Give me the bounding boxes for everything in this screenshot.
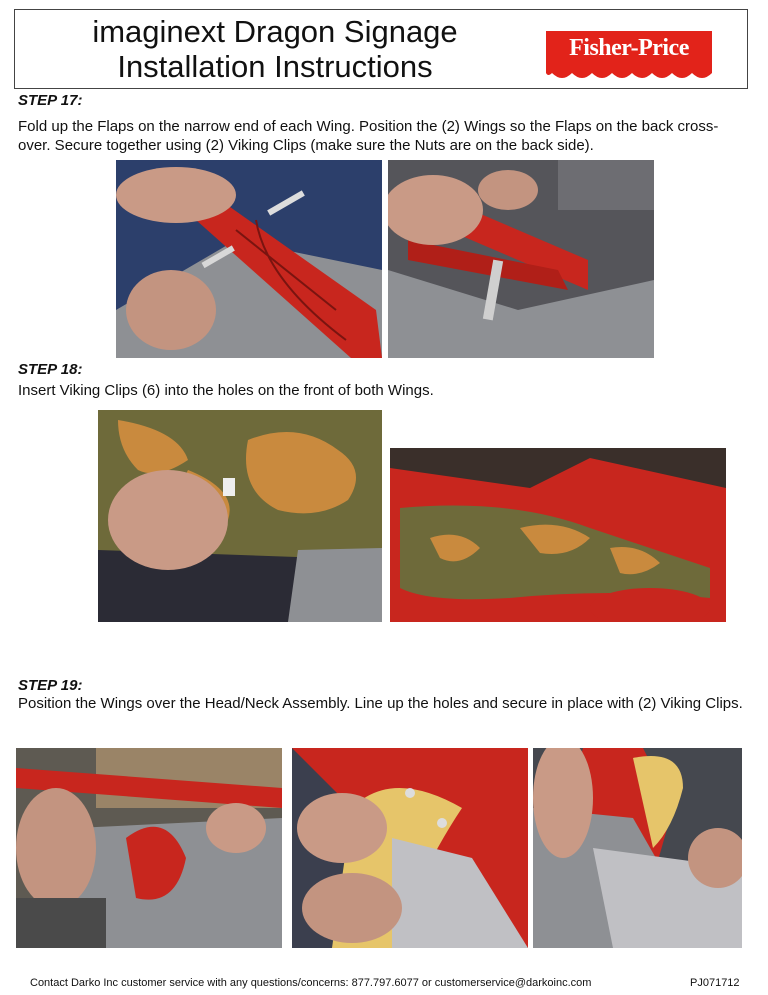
step-17-label: STEP 17: <box>18 92 83 109</box>
fisher-price-logo: Fisher-Price <box>542 27 716 83</box>
footer-code: PJ071712 <box>690 977 740 989</box>
step-19-photo-right <box>533 748 742 948</box>
step-18-photo-left <box>98 410 382 622</box>
header-box: imaginext Dragon Signage Installation In… <box>14 9 748 89</box>
step-19-text: Position the Wings over the Head/Neck As… <box>18 695 743 712</box>
logo-text: Fisher-Price <box>569 35 689 61</box>
step-18-text: Insert Viking Clips (6) into the holes o… <box>18 382 434 399</box>
step-17-text: Fold up the Flaps on the narrow end of e… <box>18 118 719 154</box>
step-19-photo-middle <box>292 748 528 948</box>
step-18-photo-right <box>390 448 726 622</box>
title-line-1: imaginext Dragon Signage <box>92 14 458 49</box>
step-19-photo-left <box>16 748 282 948</box>
page-title: imaginext Dragon Signage Installation In… <box>35 14 515 84</box>
footer-contact: Contact Darko Inc customer service with … <box>30 977 592 989</box>
step-19-label: STEP 19: <box>18 677 83 694</box>
step-18-label: STEP 18: <box>18 361 83 378</box>
title-line-2: Installation Instructions <box>117 49 433 84</box>
step-17-photo-right <box>388 160 654 358</box>
step-17-photo-left <box>116 160 382 358</box>
